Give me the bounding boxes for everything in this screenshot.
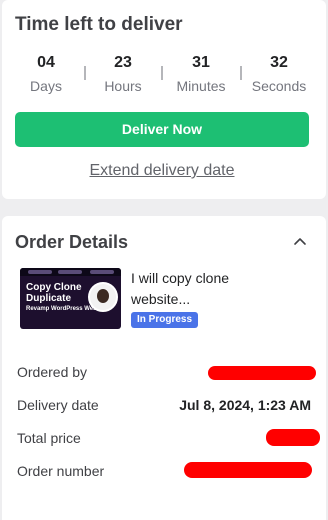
countdown-divider [240, 66, 242, 80]
countdown-minutes-label: Minutes [176, 78, 226, 94]
countdown-days-label: Days [30, 78, 62, 94]
chevron-up-icon[interactable] [293, 233, 307, 251]
gig-thumbnail[interactable]: Copy Clone Duplicate Revamp WordPress We… [20, 268, 121, 329]
deliver-now-button[interactable]: Deliver Now [15, 112, 309, 147]
gig-title[interactable]: I will copy clone website... [131, 268, 291, 310]
order-details-title: Order Details [15, 232, 129, 252]
countdown-seconds-value: 32 [270, 54, 288, 71]
countdown-timer: 04 Days 23 Hours 31 Minutes 32 Seconds [0, 54, 324, 94]
thumbnail-chip [28, 270, 52, 274]
countdown-seconds-label: Seconds [251, 78, 307, 94]
extend-delivery-date-link[interactable]: Extend delivery date [0, 162, 324, 180]
ordered-by-redaction [208, 366, 316, 380]
delivery-date-label: Delivery date [17, 397, 99, 413]
delivery-countdown-title: Time left to deliver [15, 14, 183, 35]
delivery-date-value: Jul 8, 2024, 1:23 AM [179, 397, 311, 413]
countdown-minutes-value: 31 [192, 54, 210, 71]
countdown-days-value: 04 [37, 54, 55, 71]
countdown-hours: 23 Hours [92, 54, 154, 94]
thumbnail-chip [90, 270, 114, 274]
countdown-minutes: 31 Minutes [170, 54, 232, 94]
ordered-by-label: Ordered by [17, 364, 88, 380]
countdown-seconds: 32 Seconds [248, 54, 310, 94]
order-number-label: Order number [17, 463, 105, 479]
countdown-divider [161, 66, 163, 80]
order-number-redaction [184, 462, 312, 478]
countdown-days: 04 Days [15, 54, 77, 94]
thumbnail-chip [58, 270, 82, 274]
countdown-hours-value: 23 [114, 54, 132, 71]
countdown-hours-label: Hours [104, 78, 142, 94]
countdown-divider [84, 66, 86, 80]
total-price-label: Total price [17, 430, 81, 446]
seller-avatar [88, 282, 118, 312]
total-price-redaction [266, 429, 320, 446]
status-badge: In Progress [131, 312, 199, 328]
